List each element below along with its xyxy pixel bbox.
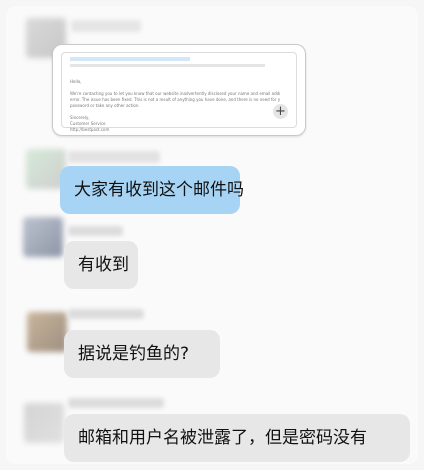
sender-name-3 xyxy=(68,226,123,236)
sender-avatar-3[interactable] xyxy=(23,217,63,257)
email-sender-line xyxy=(70,57,190,61)
zoom-plus-icon[interactable]: + xyxy=(273,104,288,119)
sender-name-5 xyxy=(68,398,164,408)
message-bubble-3[interactable]: 据说是钓鱼的? xyxy=(64,330,220,378)
message-bubble-2[interactable]: 有收到 xyxy=(64,241,138,289)
sender-name-4 xyxy=(68,309,144,319)
email-body-line-3: password or take any other action. xyxy=(70,103,140,108)
message-bubble-4[interactable]: 邮箱和用户名被泄露了，但是密码没有 xyxy=(64,414,410,462)
email-address-line xyxy=(70,64,265,67)
sender-avatar-4[interactable] xyxy=(27,312,67,352)
sender-name-2 xyxy=(68,151,160,163)
email-link: http://bestpost.com xyxy=(70,127,110,132)
sender-name xyxy=(71,20,141,32)
email-screenshot-message[interactable]: Hello, We're contacting you to let you k… xyxy=(52,44,306,136)
email-greeting: Hello, xyxy=(70,79,82,84)
message-bubble-1[interactable]: 大家有收到这个邮件吗 xyxy=(60,166,244,214)
email-preview: Hello, We're contacting you to let you k… xyxy=(61,52,297,132)
sender-avatar-5[interactable] xyxy=(24,403,64,443)
chat-screenshot: Hello, We're contacting you to let you k… xyxy=(6,6,418,464)
